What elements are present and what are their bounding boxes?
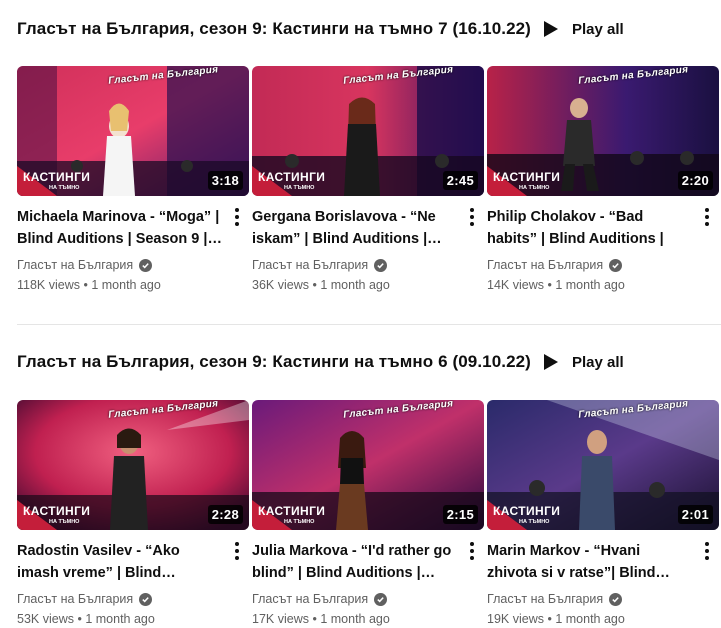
verified-check-icon <box>139 592 153 606</box>
channel-label: Гласът на България <box>17 258 134 272</box>
video-meta: 17K views • 1 month ago <box>252 612 390 626</box>
play-icon <box>544 21 558 37</box>
video-title[interactable]: Gergana Borislavova - “Ne iskam” | Blind… <box>252 206 457 250</box>
channel-name[interactable]: Гласът на България <box>487 258 623 272</box>
more-vert-icon[interactable] <box>468 540 476 562</box>
thumbnail-badge: КАСТИНГИ <box>23 504 91 518</box>
more-vert-icon[interactable] <box>703 540 711 562</box>
shelf-header: Гласът на България, сезон 9: Кастинги на… <box>17 14 717 44</box>
view-count: 118K views <box>17 278 80 292</box>
channel-label: Гласът на България <box>17 592 134 606</box>
video-meta: 118K views • 1 month ago <box>17 278 161 292</box>
duration-badge: 3:18 <box>207 171 243 190</box>
more-vert-icon[interactable] <box>233 206 241 228</box>
play-all-button[interactable]: Play all <box>544 14 624 44</box>
video-title[interactable]: Julia Markova - “I'd rather go blind” | … <box>252 540 457 584</box>
view-count: 19K views <box>487 612 544 626</box>
verified-check-icon <box>609 258 623 272</box>
duration-badge: 2:15 <box>442 505 478 524</box>
thumbnail-badge-sub: НА ТЪМНО <box>519 519 550 525</box>
channel-name[interactable]: Гласът на България <box>17 258 153 272</box>
shelf-title[interactable]: Гласът на България, сезон 9: Кастинги на… <box>17 19 531 39</box>
video-thumbnail[interactable]: Гласът на България КАСТИНГИ НА ТЪМНО 2:4… <box>252 66 484 196</box>
thumbnail-badge: КАСТИНГИ <box>493 504 561 518</box>
thumbnail-badge-sub: НА ТЪМНО <box>284 519 315 525</box>
channel-name[interactable]: Гласът на България <box>17 592 153 606</box>
verified-check-icon <box>374 258 388 272</box>
duration-badge: 2:20 <box>677 171 713 190</box>
channel-label: Гласът на България <box>487 258 604 272</box>
play-all-label: Play all <box>572 20 624 38</box>
play-all-button[interactable]: Play all <box>544 347 624 377</box>
upload-age: 1 month ago <box>91 278 161 292</box>
channel-name[interactable]: Гласът на България <box>252 258 388 272</box>
channel-name[interactable]: Гласът на България <box>487 592 623 606</box>
upload-age: 1 month ago <box>555 278 625 292</box>
thumbnail-badge-sub: НА ТЪМНО <box>49 185 80 191</box>
duration-badge: 2:45 <box>442 171 478 190</box>
channel-label: Гласът на България <box>252 592 369 606</box>
more-vert-icon[interactable] <box>468 206 476 228</box>
duration-badge: 2:01 <box>677 505 713 524</box>
verified-check-icon <box>609 592 623 606</box>
video-meta: 19K views • 1 month ago <box>487 612 625 626</box>
view-count: 17K views <box>252 612 309 626</box>
thumbnail-badge-sub: НА ТЪМНО <box>519 185 550 191</box>
video-meta: 53K views • 1 month ago <box>17 612 155 626</box>
video-thumbnail[interactable]: Гласът на България КАСТИНГИ НА ТЪМНО 2:0… <box>487 400 719 530</box>
channel-label: Гласът на България <box>252 258 369 272</box>
video-meta: 36K views • 1 month ago <box>252 278 390 292</box>
view-count: 53K views <box>17 612 74 626</box>
shelf-header: Гласът на България, сезон 9: Кастинги на… <box>17 347 717 377</box>
more-vert-icon[interactable] <box>703 206 711 228</box>
video-title[interactable]: Marin Markov - “Hvani zhivota si v ratse… <box>487 540 692 584</box>
video-meta: 14K views • 1 month ago <box>487 278 625 292</box>
upload-age: 1 month ago <box>555 612 625 626</box>
video-thumbnail[interactable]: Гласът на България КАСТИНГИ НА ТЪМНО 3:1… <box>17 66 249 196</box>
play-icon <box>544 354 558 370</box>
upload-age: 1 month ago <box>320 612 390 626</box>
duration-badge: 2:28 <box>207 505 243 524</box>
thumbnail-badge: КАСТИНГИ <box>258 504 326 518</box>
video-title[interactable]: Radostin Vasilev - “Ako imash vreme” | B… <box>17 540 222 584</box>
thumbnail-badge: КАСТИНГИ <box>258 170 326 184</box>
view-count: 14K views <box>487 278 544 292</box>
thumbnail-badge-sub: НА ТЪМНО <box>284 185 315 191</box>
video-title[interactable]: Michaela Marinova - “Moga” | Blind Audit… <box>17 206 222 250</box>
video-title[interactable]: Philip Cholakov - “Bad habits” | Blind A… <box>487 206 692 250</box>
thumbnail-badge-sub: НА ТЪМНО <box>49 519 80 525</box>
upload-age: 1 month ago <box>320 278 390 292</box>
video-thumbnail[interactable]: Гласът на България КАСТИНГИ НА ТЪМНО 2:2… <box>487 66 719 196</box>
more-vert-icon[interactable] <box>233 540 241 562</box>
video-thumbnail[interactable]: Гласът на България КАСТИНГИ НА ТЪМНО 2:1… <box>252 400 484 530</box>
verified-check-icon <box>139 258 153 272</box>
shelf-title[interactable]: Гласът на България, сезон 9: Кастинги на… <box>17 352 531 372</box>
thumbnail-badge: КАСТИНГИ <box>493 170 561 184</box>
channel-name[interactable]: Гласът на България <box>252 592 388 606</box>
view-count: 36K views <box>252 278 309 292</box>
verified-check-icon <box>374 592 388 606</box>
thumbnail-badge: КАСТИНГИ <box>23 170 91 184</box>
shelf-divider <box>17 324 721 325</box>
upload-age: 1 month ago <box>85 612 155 626</box>
channel-label: Гласът на България <box>487 592 604 606</box>
play-all-label: Play all <box>572 353 624 371</box>
video-thumbnail[interactable]: Гласът на България КАСТИНГИ НА ТЪМНО 2:2… <box>17 400 249 530</box>
